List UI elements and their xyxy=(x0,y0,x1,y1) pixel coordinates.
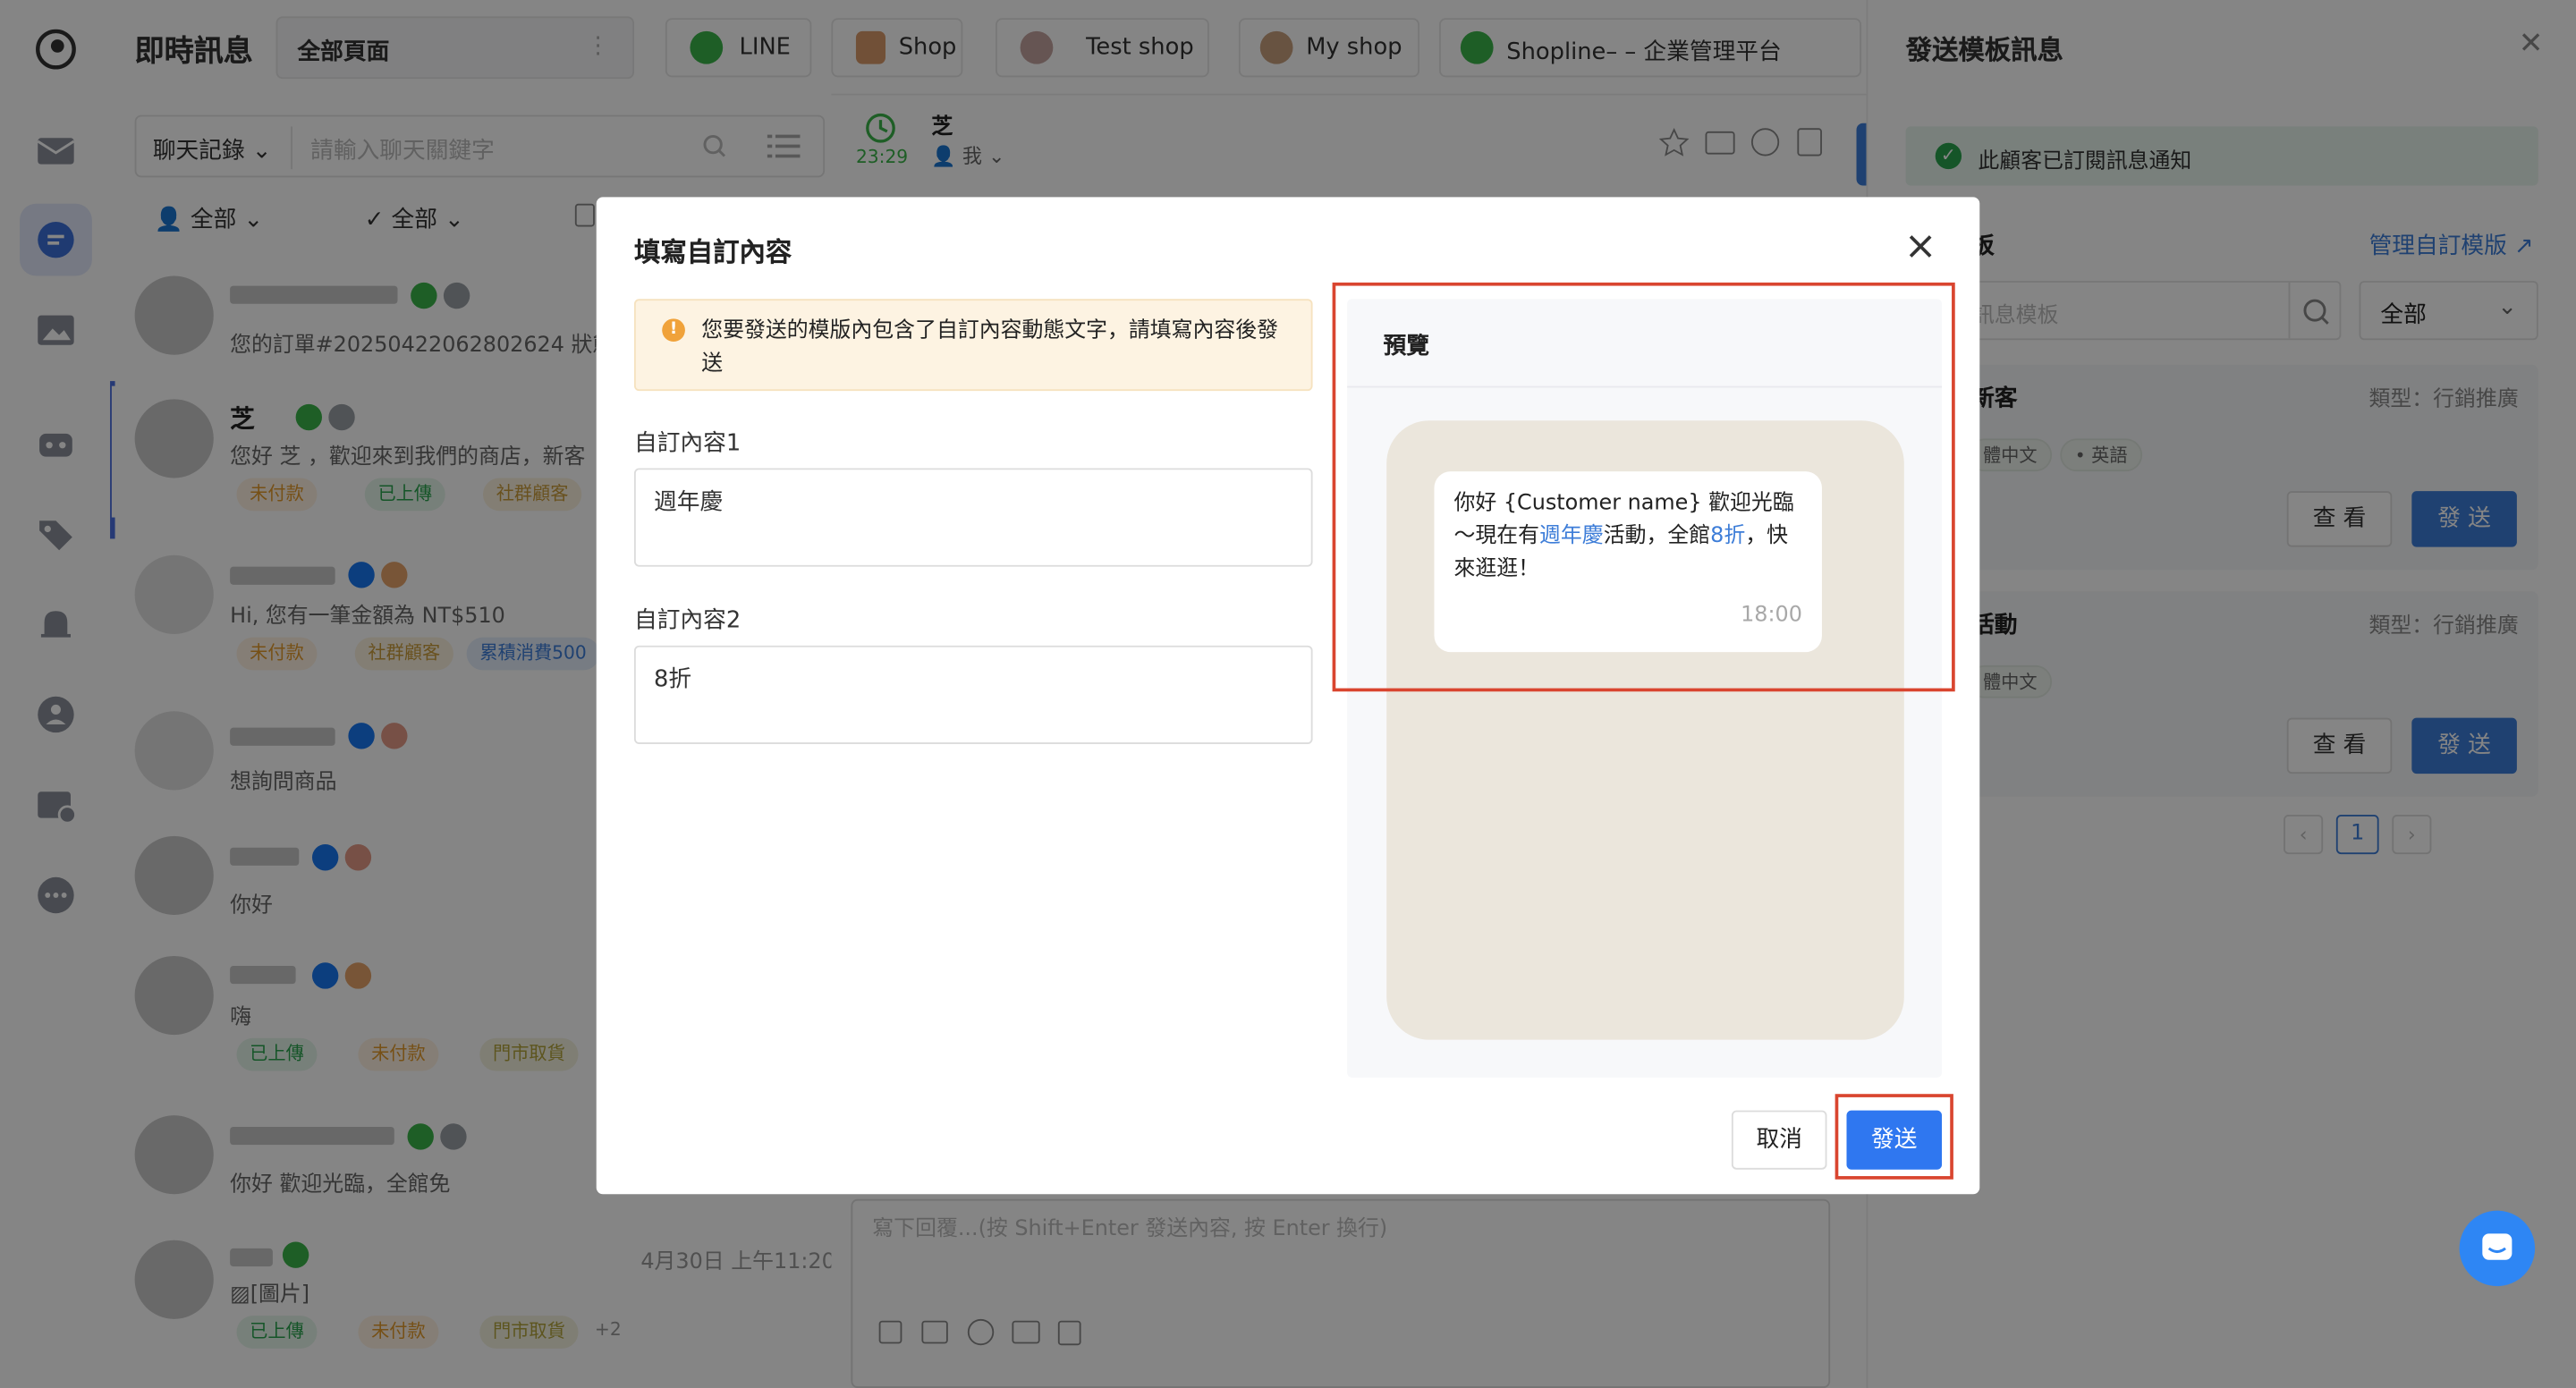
close-icon[interactable] xyxy=(1906,232,1936,261)
warning-text: 您要發送的模版內包含了自訂內容動態文字，請填寫內容後發送 xyxy=(701,318,1279,377)
field1-label: 自訂內容1 xyxy=(633,430,741,457)
custom-content-1-input[interactable]: 週年慶 xyxy=(633,468,1313,567)
cancel-button[interactable]: 取消 xyxy=(1731,1110,1827,1170)
chat-bubble-icon xyxy=(2482,1233,2512,1260)
send-highlight-box xyxy=(1835,1094,1953,1180)
warning-banner: ! 您要發送的模版內包含了自訂內容動態文字，請填寫內容後發送 xyxy=(633,299,1313,392)
custom-content-2-input[interactable]: 8折 xyxy=(633,645,1313,745)
custom-content-modal: 填寫自訂內容 ! 您要發送的模版內包含了自訂內容動態文字，請填寫內容後發送 自訂… xyxy=(596,197,1980,1195)
warning-icon: ! xyxy=(662,318,685,343)
field2-label: 自訂內容2 xyxy=(633,607,741,634)
support-chat-button[interactable] xyxy=(2459,1210,2536,1287)
modal-title: 填寫自訂內容 xyxy=(633,236,792,268)
preview-highlight-box xyxy=(1332,282,1955,692)
